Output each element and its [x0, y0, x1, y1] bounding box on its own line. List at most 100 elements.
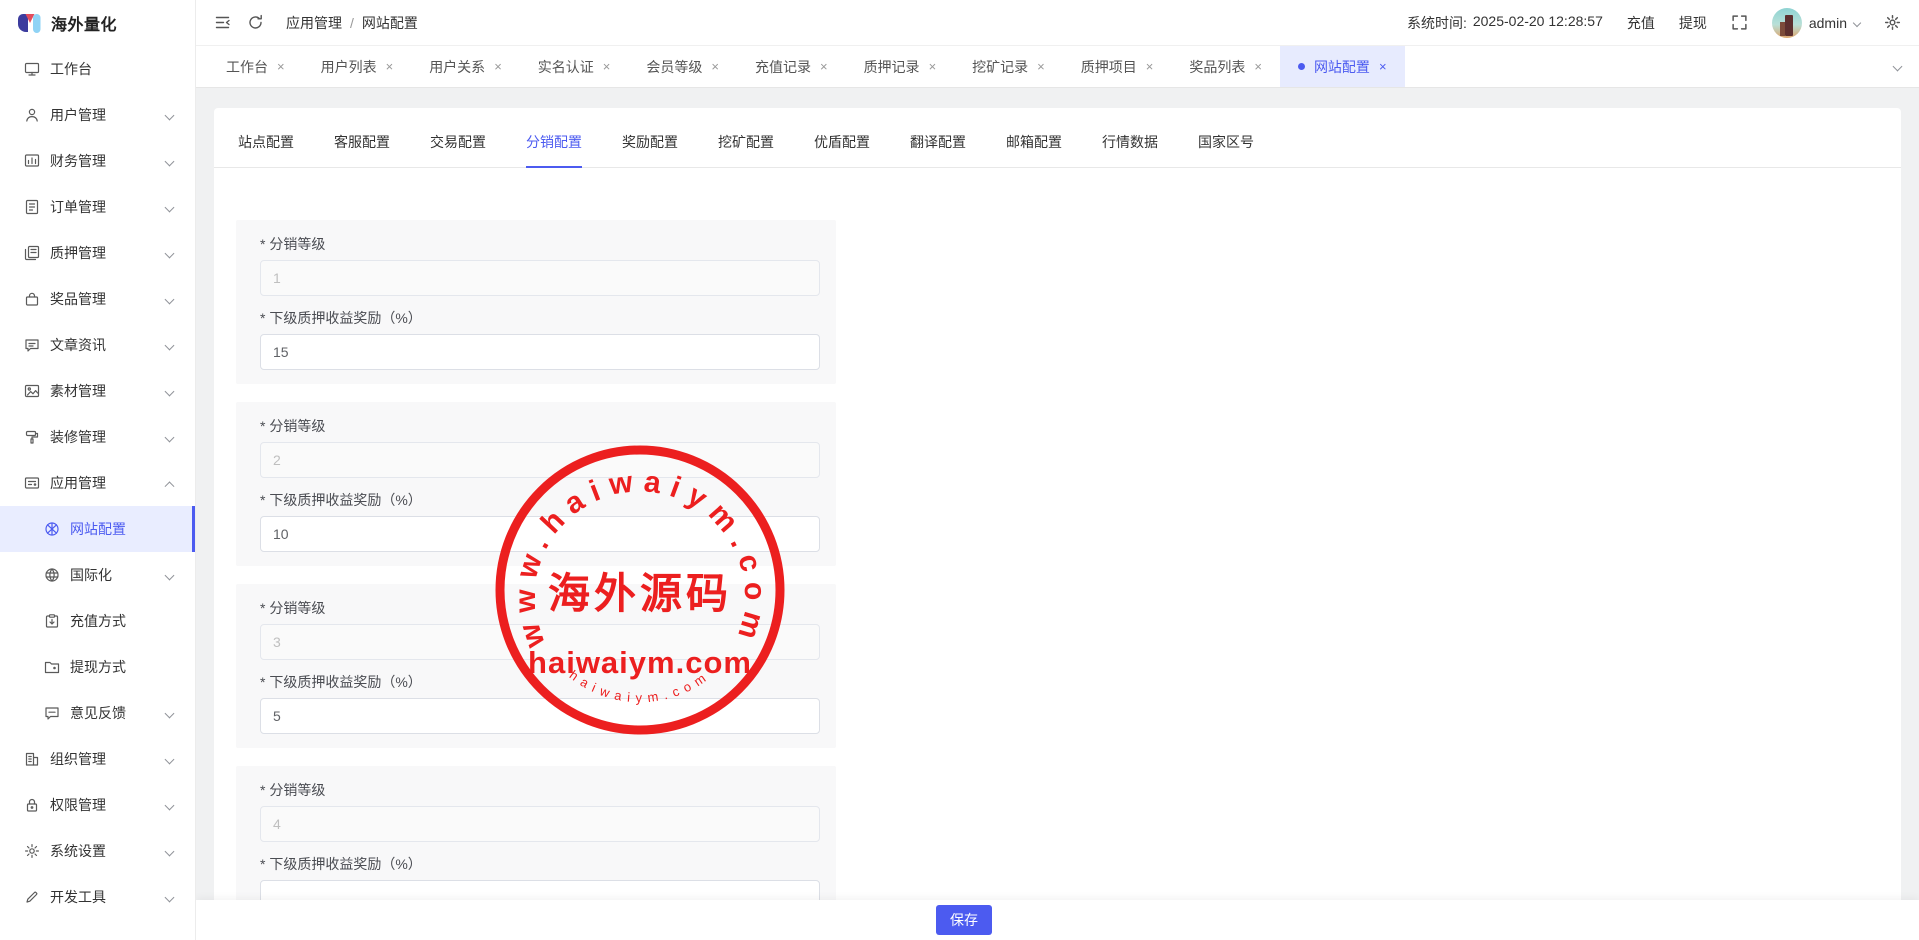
- menu-collapse-icon[interactable]: [214, 14, 231, 31]
- tab-label: 实名认证: [538, 57, 594, 77]
- sidebar-item-withdraw-method[interactable]: 提现方式: [0, 644, 195, 690]
- sidebar-item-recharge-method[interactable]: 充值方式: [0, 598, 195, 644]
- tab-member-level[interactable]: 会员等级 ×: [628, 46, 737, 87]
- tab-recharge-records[interactable]: 充值记录×: [737, 46, 846, 87]
- sidebar-item-dev-tools[interactable]: 开发工具: [0, 874, 195, 920]
- chevron-down-icon: [1893, 62, 1903, 72]
- tab-label: 挖矿记录: [972, 57, 1028, 77]
- close-icon[interactable]: ×: [494, 60, 502, 73]
- sidebar-item-article-news[interactable]: 文章资讯: [0, 322, 195, 368]
- sidebar-item-internationalization[interactable]: 国际化: [0, 552, 195, 598]
- close-icon[interactable]: ×: [603, 60, 611, 73]
- subtab-reward-config[interactable]: 奖励配置: [622, 132, 678, 168]
- sidebar-item-user-management[interactable]: 用户管理: [0, 92, 195, 138]
- subtab-site-config[interactable]: 站点配置: [238, 132, 294, 168]
- sidebar-item-permission-management[interactable]: 权限管理: [0, 782, 195, 828]
- tab-user-list[interactable]: 用户列表×: [303, 46, 412, 87]
- config-subtabs: 站点配置 客服配置 交易配置 分销配置 奖励配置 挖矿配置 优盾配置 翻译配置 …: [214, 108, 1901, 168]
- feedback-chat-icon: [44, 705, 60, 721]
- sidebar-item-finance-management[interactable]: 财务管理: [0, 138, 195, 184]
- sidebar-item-feedback[interactable]: 意见反馈: [0, 690, 195, 736]
- sidebar-item-organization-management[interactable]: 组织管理: [0, 736, 195, 782]
- reward-label: * 下级质押收益奖励（%）: [260, 490, 820, 510]
- tab-website-config[interactable]: 网站配置×: [1280, 46, 1405, 87]
- reward-input[interactable]: [260, 334, 820, 370]
- close-icon[interactable]: ×: [1254, 60, 1262, 73]
- chevron-down-icon: [165, 893, 175, 903]
- subtab-mail-config[interactable]: 邮箱配置: [1006, 132, 1062, 168]
- chevron-down-icon: [165, 847, 175, 857]
- paint-roller-icon: [24, 429, 40, 445]
- tabbar-dropdown[interactable]: [1876, 46, 1919, 87]
- app-window: 海外量化 工作台 用户管理 财务管理 订单管理: [0, 0, 1919, 940]
- sidebar-item-pledge-management[interactable]: 质押管理: [0, 230, 195, 276]
- active-tab-dot: [1298, 63, 1305, 70]
- gear-icon[interactable]: [1884, 14, 1901, 31]
- sidebar-item-label: 提现方式: [70, 657, 126, 677]
- close-icon[interactable]: ×: [929, 60, 937, 73]
- tab-workbench[interactable]: 工作台×: [208, 46, 303, 87]
- subtab-market-data[interactable]: 行情数据: [1102, 132, 1158, 168]
- subtab-service-config[interactable]: 客服配置: [334, 132, 390, 168]
- sidebar-item-label: 系统设置: [50, 841, 106, 861]
- sidebar-item-label: 开发工具: [50, 887, 106, 907]
- user-menu[interactable]: admin: [1772, 8, 1860, 38]
- tab-user-relations[interactable]: 用户关系 ×: [411, 46, 520, 87]
- chevron-up-icon: [165, 481, 175, 491]
- subtab-youdun-config[interactable]: 优盾配置: [814, 132, 870, 168]
- breadcrumb-item[interactable]: 应用管理: [286, 13, 342, 33]
- close-icon[interactable]: ×: [1379, 60, 1387, 73]
- subtab-mining-config[interactable]: 挖矿配置: [718, 132, 774, 168]
- page-tabbar: 工作台× 用户列表× 用户关系 × 实名认证 × 会员等级 × 充值记录× 质押记录×…: [196, 46, 1919, 88]
- chevron-down-icon: [165, 157, 175, 167]
- tab-label: 奖品列表: [1189, 57, 1245, 77]
- reward-label: * 下级质押收益奖励（%）: [260, 672, 820, 692]
- reward-input[interactable]: [260, 516, 820, 552]
- brand-m-logo: [16, 12, 42, 34]
- sidebar-item-system-settings[interactable]: 系统设置: [0, 828, 195, 874]
- distribution-form: * 分销等级 * 下级质押收益奖励（%） * 分销等级 * 下级质押收益奖励（%…: [214, 168, 1901, 930]
- tab-mining-records[interactable]: 挖矿记录 ×: [954, 46, 1063, 87]
- breadcrumb-item: 网站配置: [362, 13, 418, 33]
- sidebar-item-workbench[interactable]: 工作台: [0, 46, 195, 92]
- close-icon[interactable]: ×: [1146, 60, 1154, 73]
- subtab-country-code[interactable]: 国家区号: [1198, 132, 1254, 168]
- tab-real-name-auth[interactable]: 实名认证 ×: [520, 46, 629, 87]
- user-icon: [24, 107, 40, 123]
- subtab-trade-config[interactable]: 交易配置: [430, 132, 486, 168]
- fullscreen-icon[interactable]: [1731, 14, 1748, 31]
- withdraw-button[interactable]: 提现: [1679, 13, 1707, 33]
- refresh-icon[interactable]: [247, 14, 264, 31]
- subtab-distribution-config[interactable]: 分销配置: [526, 132, 582, 168]
- reward-input[interactable]: [260, 698, 820, 734]
- chevron-down-icon: [165, 571, 175, 581]
- sidebar-item-material-management[interactable]: 素材管理: [0, 368, 195, 414]
- tab-label: 用户关系: [429, 57, 485, 77]
- prize-bag-icon: [24, 291, 40, 307]
- subtab-translate-config[interactable]: 翻译配置: [910, 132, 966, 168]
- close-icon[interactable]: ×: [277, 60, 285, 73]
- sidebar-item-order-management[interactable]: 订单管理: [0, 184, 195, 230]
- chevron-down-icon: [165, 387, 175, 397]
- chevron-down-icon: [1853, 18, 1861, 26]
- gear-icon: [24, 843, 40, 859]
- tab-prize-list[interactable]: 奖品列表 ×: [1171, 46, 1280, 87]
- tab-label: 会员等级: [646, 57, 702, 77]
- tab-pledge-projects[interactable]: 质押项目×: [1063, 46, 1172, 87]
- tab-pledge-records[interactable]: 质押记录×: [846, 46, 955, 87]
- close-icon[interactable]: ×: [820, 60, 828, 73]
- sidebar-item-app-management[interactable]: 应用管理: [0, 460, 195, 506]
- sidebar-item-website-config[interactable]: 网站配置: [0, 506, 195, 552]
- avatar[interactable]: [1772, 8, 1802, 38]
- close-icon[interactable]: ×: [1037, 60, 1045, 73]
- chevron-down-icon: [165, 341, 175, 351]
- save-button[interactable]: 保存: [936, 905, 992, 935]
- sidebar-item-decoration-management[interactable]: 装修管理: [0, 414, 195, 460]
- chevron-down-icon: [165, 801, 175, 811]
- save-bar: 保存: [196, 900, 1919, 940]
- close-icon[interactable]: ×: [711, 60, 719, 73]
- close-icon[interactable]: ×: [386, 60, 394, 73]
- sidebar-item-prize-management[interactable]: 奖品管理: [0, 276, 195, 322]
- article-chat-icon: [24, 337, 40, 353]
- recharge-button[interactable]: 充值: [1627, 13, 1655, 33]
